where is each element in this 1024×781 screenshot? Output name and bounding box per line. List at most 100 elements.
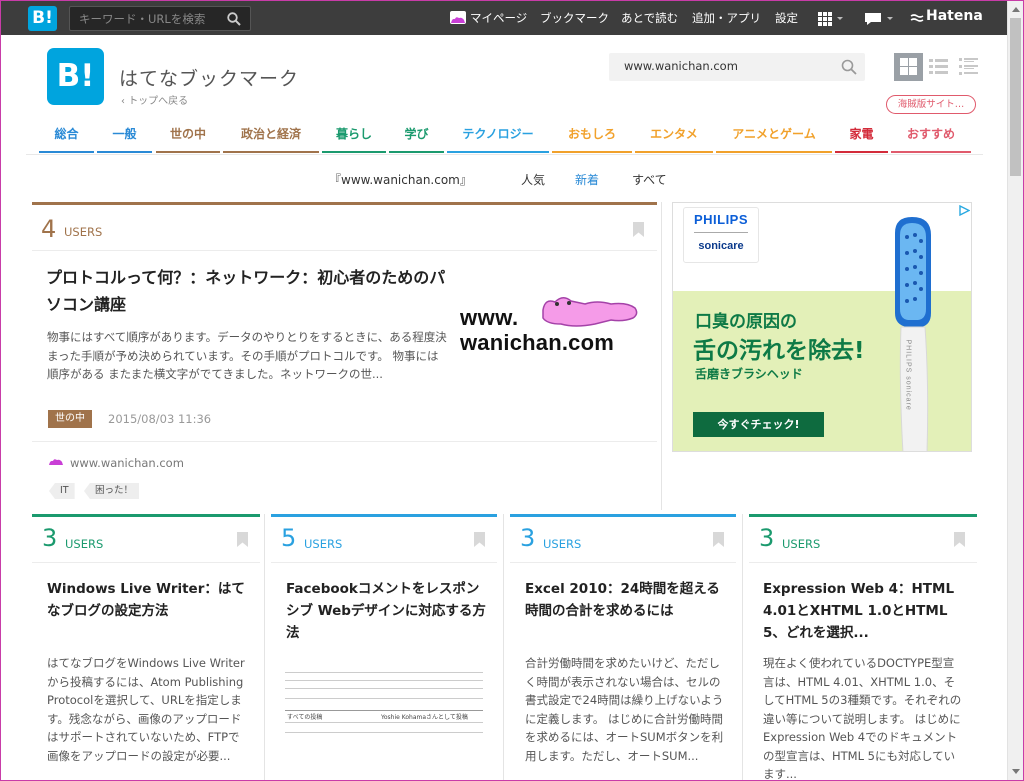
nav-label: 暮らし (335, 127, 372, 141)
hatena-bookmark-home-logo[interactable]: B! (28, 6, 57, 31)
notification-icon[interactable] (865, 13, 895, 26)
users-label[interactable]: USERS (782, 537, 820, 551)
nav-item-general[interactable]: 総合 (39, 125, 94, 153)
entry-site-link[interactable]: www.wanichan.com (70, 456, 184, 470)
search-icon[interactable] (227, 12, 241, 26)
nav-item-fun[interactable]: おもしろ (552, 125, 632, 153)
site-title[interactable]: はてなブックマーク (119, 64, 299, 91)
nav-label: 一般 (112, 127, 137, 141)
bookmark-add-icon[interactable] (237, 532, 248, 547)
search-icon[interactable] (841, 59, 857, 75)
mypage-link[interactable]: マイページ (470, 10, 527, 26)
nav-item-recommended[interactable]: おすすめ (891, 125, 971, 153)
nav-item-kaden[interactable]: 家電 (835, 125, 888, 153)
read-later-link[interactable]: あとで読む (621, 10, 678, 26)
card-category-bar (32, 514, 260, 517)
column-divider (264, 514, 265, 780)
entry-title[interactable]: プロトコルって何？：ネットワーク：初心者のためのパソコン講座 (46, 264, 446, 318)
subnav-new[interactable]: 新着 (575, 171, 599, 188)
hatena-logo-icon (910, 14, 924, 22)
settings-link[interactable]: 設定 (775, 10, 798, 26)
global-search-input[interactable]: キーワード・URLを検索 (69, 6, 251, 31)
bookmark-add-icon[interactable] (954, 532, 965, 547)
hatena-bookmark-logo[interactable]: B! (47, 48, 104, 105)
piracy-site-link[interactable]: 海賊版サイト… (886, 95, 976, 114)
scroll-down-arrow-icon[interactable] (1012, 769, 1020, 774)
entry-description: 合計労働時間を求めたいけど、ただしく時間が表示されない場合は、セルの書式設定で2… (525, 656, 724, 763)
nav-label: エンタメ (650, 127, 698, 141)
featured-entry-card: 4 USERS プロトコルって何？：ネットワーク：初心者のためのパソコン講座 物… (32, 202, 657, 509)
vertical-scrollbar[interactable] (1007, 1, 1023, 780)
hatena-logo-text[interactable]: Hatena (926, 8, 983, 24)
nav-label: 総合 (54, 127, 79, 141)
compact-list-view-icon[interactable] (954, 53, 983, 81)
entry-title[interactable]: Expression Web 4：HTML 4.01とXHTML 1.0とHTM… (763, 578, 963, 644)
entry-description: 物事にはすべて順序があります。データのやりとりをするときに、ある程度決まった手順… (47, 330, 447, 381)
toothbrush-handle-text: PHILIPS sonicare (904, 339, 912, 411)
bookmark-add-icon[interactable] (713, 532, 724, 547)
nav-item-technology[interactable]: テクノロジー (447, 125, 549, 153)
entry-thumbnail[interactable]: すべての投稿 Yoshie Kohamaさんとして投稿 (285, 666, 483, 740)
entry-card: 5 USERS Facebookコメントをレスポンシブ Webデザインに対応する… (271, 514, 497, 780)
card-separator (510, 562, 736, 563)
entry-title[interactable]: Windows Live Writer：はてなブログの設定方法 (47, 578, 247, 622)
nav-item-learning[interactable]: 学び (389, 125, 444, 153)
nav-label: 家電 (849, 127, 874, 141)
ad-line-2: 舌の汚れを除去! (693, 338, 865, 364)
nav-item-anime-game[interactable]: アニメとゲーム (716, 125, 832, 153)
scrollbar-thumb[interactable] (1010, 18, 1021, 176)
bookmark-add-icon[interactable] (633, 222, 644, 237)
nav-label: アニメとゲーム (732, 127, 816, 141)
users-count[interactable]: 3 (759, 525, 774, 551)
bookmark-link[interactable]: ブックマーク (540, 10, 609, 26)
adchoices-icon[interactable] (959, 205, 970, 216)
entry-card: 3 USERS Windows Live Writer：はてなブログの設定方法 … (32, 514, 260, 780)
subnav-all[interactable]: すべて (632, 171, 667, 188)
tag-chip[interactable]: 困った！ (84, 483, 140, 499)
users-label[interactable]: USERS (64, 225, 102, 239)
bookmark-add-icon[interactable] (474, 532, 485, 547)
apps-grid-icon[interactable] (818, 12, 844, 26)
thumb-text: すべての投稿 (287, 714, 323, 721)
list-view-icon[interactable] (924, 53, 953, 81)
nav-item-life[interactable]: 暮らし (322, 125, 386, 153)
subnav-popular[interactable]: 人気 (521, 171, 545, 188)
nav-item-politics-economy[interactable]: 政治と経済 (223, 125, 319, 153)
entry-card: 3 USERS Expression Web 4：HTML 4.01とXHTML… (749, 514, 977, 780)
users-count[interactable]: 3 (42, 525, 57, 551)
nav-item-entertainment[interactable]: エンタメ (635, 125, 713, 153)
card-separator (749, 562, 977, 563)
category-badge[interactable]: 世の中 (48, 410, 92, 428)
nav-item-ippan[interactable]: 一般 (97, 125, 152, 153)
card-category-bar (510, 514, 736, 517)
tag-chip[interactable]: IT (49, 483, 75, 499)
nav-label: 世の中 (169, 127, 206, 141)
entry-thumbnail[interactable]: www. wanichan.com (460, 288, 641, 358)
logo-text-www: www. (460, 305, 519, 330)
entry-card: 3 USERS Excel 2010：24時間を超える時間の合計を求めるには 合… (510, 514, 736, 780)
users-count[interactable]: 5 (281, 525, 296, 551)
column-divider (742, 514, 743, 780)
nav-item-society[interactable]: 世の中 (156, 125, 220, 153)
users-count[interactable]: 4 (41, 216, 56, 242)
entry-title[interactable]: Excel 2010：24時間を超える時間の合計を求めるには (525, 578, 725, 622)
nav-label: 政治と経済 (240, 127, 301, 141)
ad-cta-button[interactable]: 今すぐチェック! (693, 412, 824, 437)
add-apps-link[interactable]: 追加・アプリ (692, 10, 761, 26)
users-count[interactable]: 3 (520, 525, 535, 551)
ad-sub-brand: sonicare (698, 240, 744, 252)
entry-description: 現在よく使われているDOCTYPE型宣言は、HTML 4.01、XHTML 1.… (763, 656, 962, 780)
ad-line-3: 舌磨きブラシヘッド (695, 367, 803, 381)
users-label[interactable]: USERS (543, 537, 581, 551)
scroll-up-arrow-icon[interactable] (1012, 7, 1020, 12)
users-label[interactable]: USERS (304, 537, 342, 551)
back-to-top-link[interactable]: ‹ トップへ戻る (121, 92, 188, 107)
card-separator (32, 562, 260, 563)
users-label[interactable]: USERS (65, 537, 103, 551)
grid-view-icon[interactable] (894, 53, 923, 81)
global-header: B! キーワード・URLを検索 マイページ ブックマーク あとで読む 追加・アプ… (1, 1, 1007, 35)
domain-search-input[interactable]: www.wanichan.com (609, 53, 865, 81)
nav-divider (26, 154, 983, 155)
advertisement-banner[interactable]: PHILIPS sonicare 口臭の原因の 舌の汚れを除去! 舌磨きブラシヘ… (672, 202, 972, 452)
entry-title[interactable]: Facebookコメントをレスポンシブ Webデザインに対応する方法 (286, 578, 486, 644)
